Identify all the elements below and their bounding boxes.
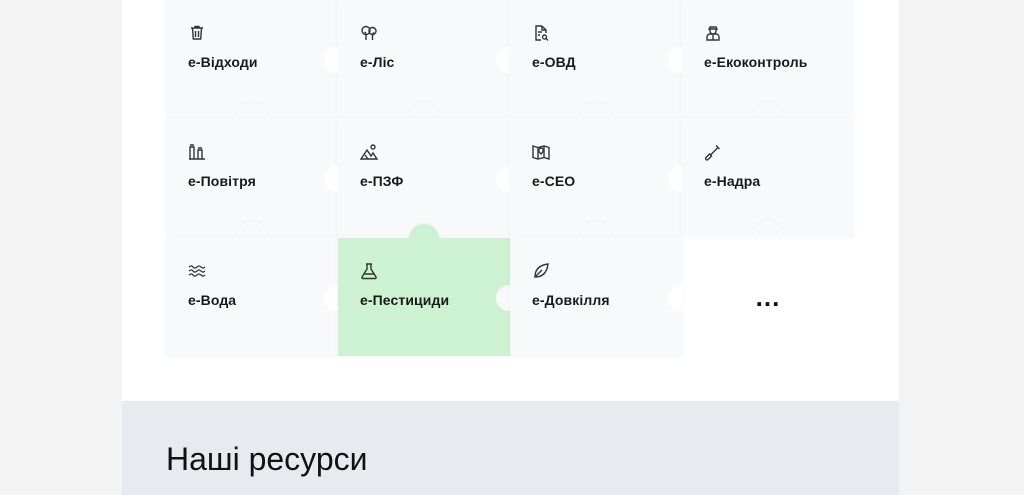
flask-icon bbox=[360, 262, 378, 280]
trees-icon bbox=[360, 24, 378, 42]
tile-e-seo[interactable]: е-СЕО bbox=[510, 119, 682, 237]
more-services-button[interactable]: ... bbox=[682, 238, 854, 356]
leaf-icon bbox=[532, 262, 550, 280]
puzzle-notch bbox=[496, 47, 510, 73]
puzzle-notch bbox=[668, 166, 682, 192]
services-puzzle-grid: е-Відходи е-Ліс е-ОВД е-Екоконтроль е-По… bbox=[166, 0, 856, 357]
inspector-icon bbox=[704, 24, 722, 42]
tile-e-povitria[interactable]: е-Повітря bbox=[166, 119, 338, 237]
puzzle-knob bbox=[581, 221, 611, 237]
mountain-icon bbox=[360, 143, 378, 161]
shovel-icon bbox=[704, 143, 722, 161]
map-location-icon bbox=[532, 143, 550, 161]
tile-label: е-Пестициди bbox=[360, 292, 450, 308]
puzzle-knob bbox=[753, 221, 783, 237]
tile-label: е-Надра bbox=[704, 173, 761, 189]
tile-label: е-ОВД bbox=[532, 54, 576, 70]
tile-label: е-Відходи bbox=[188, 54, 258, 70]
resources-title: Наші ресурси bbox=[166, 441, 368, 477]
puzzle-knob bbox=[237, 102, 267, 118]
resources-section: Наші ресурси bbox=[122, 401, 899, 495]
tile-e-lis[interactable]: е-Ліс bbox=[338, 0, 510, 118]
tile-label: е-Екоконтроль bbox=[704, 54, 808, 70]
tile-label: е-Ліс bbox=[360, 54, 395, 70]
tile-e-voda[interactable]: е-Вода bbox=[166, 238, 338, 356]
trash-icon bbox=[188, 24, 206, 42]
tile-label: е-Довкілля bbox=[532, 292, 610, 308]
factory-chimneys-icon bbox=[188, 143, 206, 161]
tile-label: е-Повітря bbox=[188, 173, 256, 189]
puzzle-notch bbox=[324, 166, 338, 192]
puzzle-notch bbox=[496, 166, 510, 192]
tile-e-dovkillia[interactable]: е-Довкілля bbox=[510, 238, 682, 356]
document-search-icon bbox=[532, 24, 550, 42]
tile-e-pzf[interactable]: е-ПЗФ bbox=[338, 119, 510, 237]
tile-e-ovd[interactable]: е-ОВД bbox=[510, 0, 682, 118]
puzzle-knob bbox=[237, 221, 267, 237]
waves-icon bbox=[188, 262, 206, 280]
puzzle-notch bbox=[668, 285, 682, 311]
puzzle-notch bbox=[668, 47, 682, 73]
tile-label: е-ПЗФ bbox=[360, 173, 404, 189]
tile-label: е-Вода bbox=[188, 292, 237, 308]
tile-e-pestytsydy[interactable]: е-Пестициди bbox=[338, 224, 510, 356]
puzzle-knob bbox=[581, 102, 611, 118]
tile-label: е-СЕО bbox=[532, 173, 576, 189]
puzzle-notch bbox=[496, 285, 510, 311]
puzzle-notch bbox=[324, 285, 338, 311]
puzzle-knob bbox=[753, 102, 783, 118]
tile-e-nadra[interactable]: е-Надра bbox=[682, 119, 854, 237]
tile-e-ekokontrol[interactable]: е-Екоконтроль bbox=[682, 0, 854, 118]
tile-e-vidkhody[interactable]: е-Відходи bbox=[166, 0, 338, 118]
puzzle-notch bbox=[324, 47, 338, 73]
puzzle-knob bbox=[409, 102, 439, 118]
